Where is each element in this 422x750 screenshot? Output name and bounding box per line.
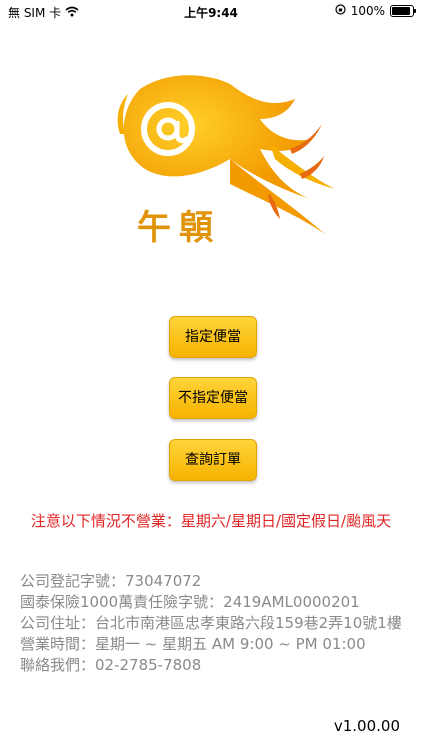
registration-number: 公司登記字號：73047072 [20, 572, 202, 590]
status-bar: 無 SIM 卡 上午9:44 100% [0, 0, 422, 24]
designated-lunchbox-button[interactable]: 指定便當 [169, 316, 257, 358]
not-designated-lunchbox-button[interactable]: 不指定便當 [169, 377, 257, 419]
company-info: 公司登記字號：73047072 國泰保險1000萬責任險字號：2419AML00… [20, 571, 405, 676]
battery-percent: 100% [350, 4, 385, 18]
insurance-number: 國泰保險1000萬責任險字號：2419AML0000201 [20, 593, 360, 611]
battery-icon [390, 5, 416, 17]
query-order-button[interactable]: 查詢訂單 [169, 439, 257, 481]
business-hours: 營業時間：星期一 ~ 星期五 AM 9:00 ~ PM 01:00 [20, 635, 366, 653]
logo-text: 午顊 [137, 208, 221, 248]
status-right: 100% [335, 4, 416, 18]
battery-fill [392, 7, 410, 15]
contact-phone[interactable]: 聯絡我們：02-2785-7808 [20, 655, 405, 676]
closure-notice: 注意以下情況不營業：星期六/星期日/國定假日/颱風天 [30, 512, 392, 530]
orientation-lock-icon [335, 4, 346, 18]
company-address: 公司住址：台北市南港區忠孝東路六段159巷2弄10號1樓 [20, 614, 402, 632]
version-label: v1.00.00 [333, 717, 400, 735]
